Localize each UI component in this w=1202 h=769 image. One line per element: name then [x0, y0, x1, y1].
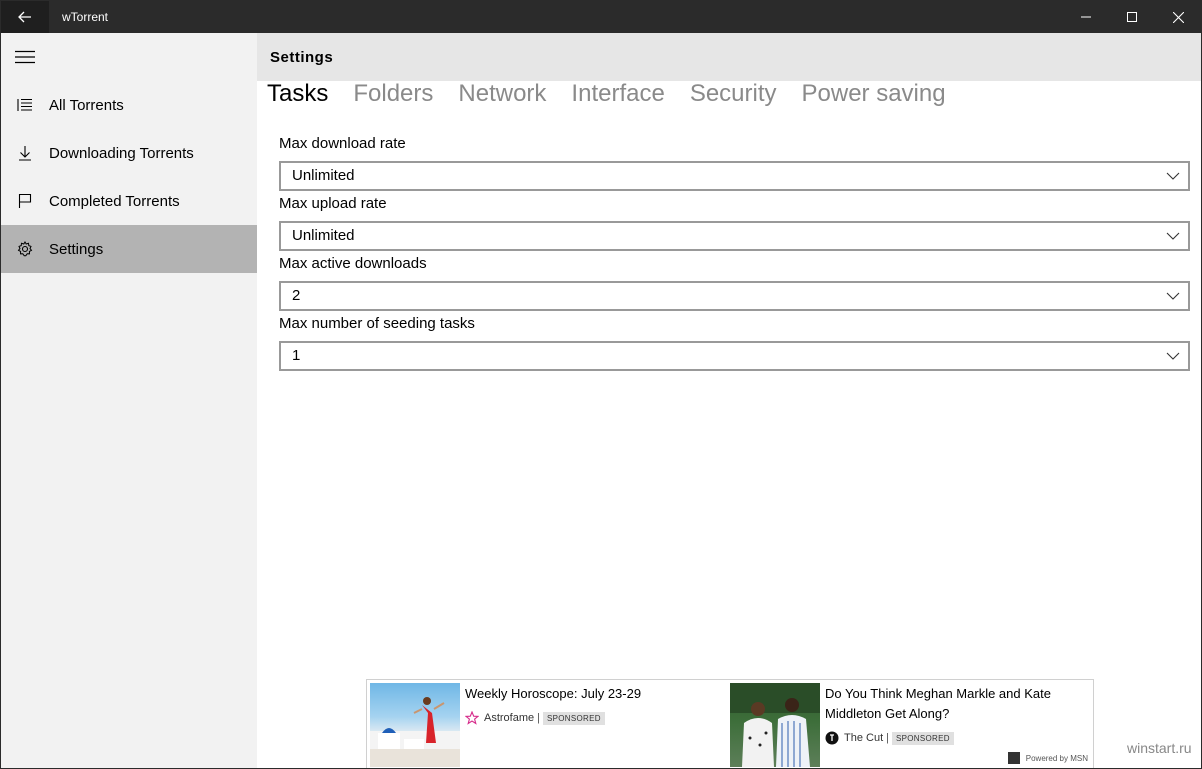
- flag-icon: [1, 177, 49, 225]
- max-download-rate-label: Max download rate: [279, 135, 406, 152]
- ad-image-royals[interactable]: [730, 683, 820, 767]
- sidebar-item-downloading[interactable]: Downloading Torrents: [1, 129, 257, 177]
- page-header: Settings: [257, 33, 1201, 81]
- gear-icon: [1, 225, 49, 273]
- ad-source-name: The Cut: [844, 732, 884, 744]
- close-icon: [1172, 11, 1184, 23]
- tab-power-saving[interactable]: Power saving: [802, 79, 946, 111]
- powered-by-msn[interactable]: Powered by MSN: [1007, 752, 1088, 764]
- back-arrow-icon: [18, 11, 31, 23]
- sidebar-item-all-torrents[interactable]: All Torrents: [1, 81, 257, 129]
- ad-title[interactable]: Do You Think Meghan Markle and Kate Midd…: [825, 684, 1065, 724]
- chevron-down-icon: [1166, 352, 1180, 360]
- ad-source-name: Astrofame: [484, 712, 535, 724]
- sponsored-badge: SPONSORED: [892, 731, 954, 745]
- tab-folders[interactable]: Folders: [353, 79, 433, 111]
- minimize-icon: [1081, 16, 1091, 18]
- chevron-down-icon: [1166, 232, 1180, 240]
- list-icon: [1, 81, 49, 129]
- select-value: 2: [292, 287, 301, 304]
- max-seeding-tasks-select[interactable]: 1: [279, 341, 1190, 371]
- chevron-down-icon: [1166, 292, 1180, 300]
- separator: |: [537, 712, 540, 724]
- select-value: Unlimited: [292, 167, 355, 184]
- ad-banner[interactable]: Weekly Horoscope: July 23-29 Astrofame |…: [366, 679, 1094, 768]
- window-title: wTorrent: [62, 10, 109, 24]
- powered-by-text: Powered by MSN: [1025, 753, 1088, 763]
- app-window: wTorrent All Torrents Downloading Torren…: [0, 0, 1202, 769]
- sidebar-item-label: All Torrents: [49, 96, 124, 114]
- back-button[interactable]: [1, 1, 49, 33]
- title-bar: wTorrent: [1, 1, 1201, 33]
- maximize-button[interactable]: [1109, 1, 1155, 33]
- max-download-rate-select[interactable]: Unlimited: [279, 161, 1190, 191]
- page-title: Settings: [270, 49, 334, 66]
- max-seeding-tasks-label: Max number of seeding tasks: [279, 315, 475, 332]
- tab-interface[interactable]: Interface: [571, 79, 664, 111]
- sidebar-item-label: Downloading Torrents: [49, 144, 194, 162]
- select-value: Unlimited: [292, 227, 355, 244]
- tab-tasks[interactable]: Tasks: [267, 79, 328, 111]
- max-active-downloads-label: Max active downloads: [279, 255, 427, 272]
- ad-title[interactable]: Weekly Horoscope: July 23-29: [465, 684, 720, 704]
- the-cut-logo-icon: [825, 731, 839, 745]
- tab-security[interactable]: Security: [690, 79, 777, 111]
- sponsored-badge: SPONSORED: [543, 711, 605, 725]
- minimize-button[interactable]: [1063, 1, 1109, 33]
- navigation-pane: All Torrents Downloading Torrents Comple…: [1, 33, 257, 768]
- hamburger-icon: [15, 50, 35, 64]
- close-button[interactable]: [1155, 1, 1201, 33]
- sidebar-item-completed[interactable]: Completed Torrents: [1, 177, 257, 225]
- watermark: winstart.ru: [1127, 740, 1192, 756]
- max-upload-rate-label: Max upload rate: [279, 195, 387, 212]
- download-arrow-icon: [1, 129, 49, 177]
- tab-network[interactable]: Network: [458, 79, 546, 111]
- hamburger-menu-button[interactable]: [1, 33, 49, 81]
- settings-tabs: Tasks Folders Network Interface Security…: [267, 79, 971, 111]
- select-value: 1: [292, 347, 301, 364]
- astrofame-star-icon: [465, 711, 479, 725]
- chevron-down-icon: [1166, 172, 1180, 180]
- sidebar-item-settings[interactable]: Settings: [1, 225, 257, 273]
- separator: |: [886, 732, 889, 744]
- sidebar-item-label: Completed Torrents: [49, 192, 180, 210]
- maximize-icon: [1127, 12, 1137, 22]
- max-active-downloads-select[interactable]: 2: [279, 281, 1190, 311]
- sidebar-item-label: Settings: [49, 240, 104, 258]
- ad-source: Astrofame | SPONSORED: [465, 710, 605, 726]
- ad-source: The Cut | SPONSORED: [825, 730, 954, 746]
- ad-image-horoscope[interactable]: [370, 683, 460, 767]
- msn-logo-icon: [1007, 752, 1020, 764]
- max-upload-rate-select[interactable]: Unlimited: [279, 221, 1190, 251]
